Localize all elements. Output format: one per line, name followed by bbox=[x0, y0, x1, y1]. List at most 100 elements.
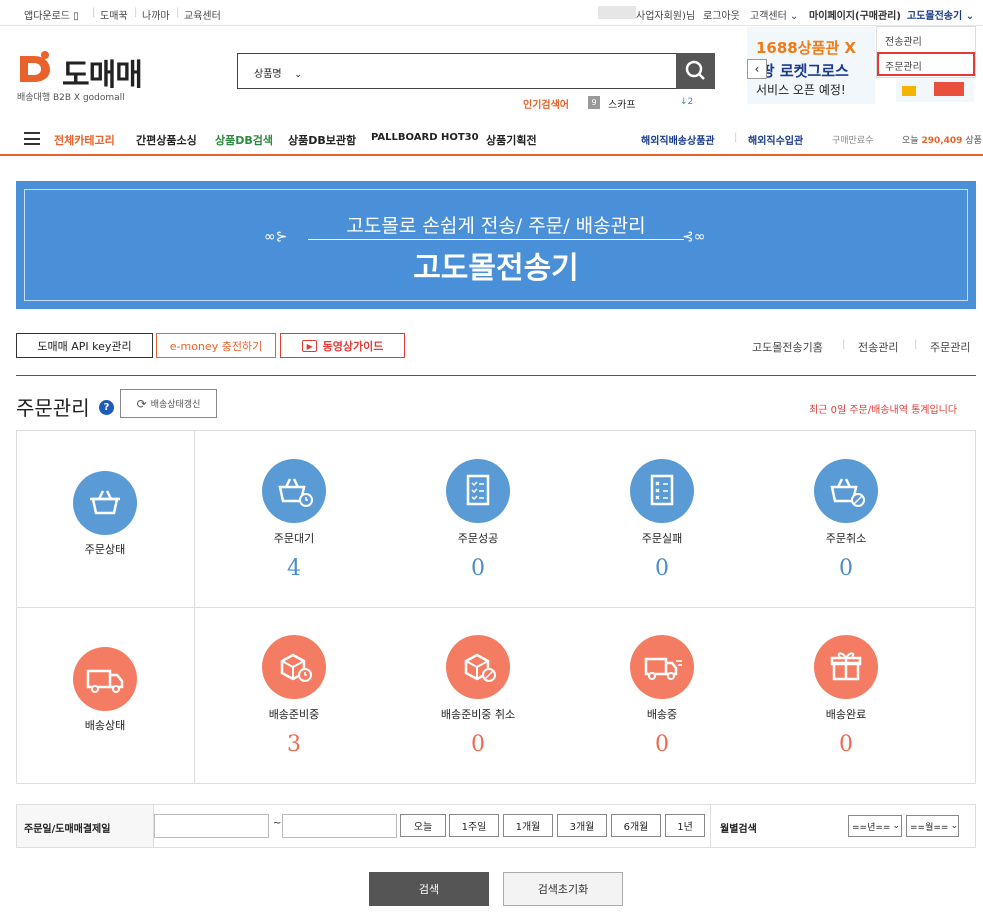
period-6month-button[interactable]: 6개월 bbox=[611, 814, 661, 837]
divider: | bbox=[134, 7, 138, 18]
divider: | bbox=[92, 7, 96, 18]
ad-prev-arrow-icon[interactable]: ‹ bbox=[747, 59, 767, 79]
order-failed-count[interactable]: 0 bbox=[592, 556, 732, 581]
page-title: 주문관리 bbox=[16, 396, 90, 420]
period-1year-button[interactable]: 1년 bbox=[665, 814, 705, 837]
delivery-preparing-count[interactable]: 3 bbox=[224, 732, 364, 757]
nav-item-db-search[interactable]: 상품DB검색 bbox=[215, 132, 273, 148]
nav-item-pallboard[interactable]: PALLBOARD HOT30 bbox=[371, 132, 479, 143]
logo-wordmark[interactable]: 도매매 bbox=[62, 50, 143, 94]
transfer-dropdown: 전송관리 주문관리 bbox=[876, 26, 976, 78]
link-order-manage[interactable]: 주문관리 bbox=[930, 339, 970, 355]
ad-line3: 서비스 오픈 예정! bbox=[756, 83, 846, 97]
popular-search-label: 인기검색어 bbox=[523, 100, 569, 111]
nav-item-db-storage[interactable]: 상품DB보관함 bbox=[288, 132, 356, 148]
search-bar: 상품명 ⌄ bbox=[237, 53, 677, 89]
order-status-label: 주문상태 bbox=[84, 543, 126, 556]
delivery-complete-icon[interactable] bbox=[814, 635, 878, 699]
dropdown-item-order-highlight[interactable]: 주문관리 bbox=[877, 52, 975, 76]
education-center-link[interactable]: 교육센터 bbox=[184, 7, 221, 22]
emoney-charge-button[interactable]: e-money 충전하기 bbox=[156, 333, 276, 358]
link-transfer-home[interactable]: 고도몰전송기홈 bbox=[752, 339, 823, 355]
divider: | bbox=[914, 339, 918, 350]
transfer-menu[interactable]: 고도몰전송기 ⌄ bbox=[907, 7, 974, 22]
end-date-input[interactable] bbox=[282, 814, 397, 838]
api-key-button[interactable]: 도매매 API key관리 bbox=[16, 333, 153, 358]
delivery-in-transit-count[interactable]: 0 bbox=[592, 732, 732, 757]
search-reset-button[interactable]: 검색초기화 bbox=[503, 872, 623, 906]
date-filter-label: 주문일/도매매결제일 bbox=[24, 824, 111, 835]
order-success-icon[interactable] bbox=[446, 459, 510, 523]
dropdown-item-transfer[interactable]: 전송관리 bbox=[885, 33, 922, 48]
godomall-transfer-banner: 고도몰로 손쉽게 전송/ 주문/ 배송관리 ∞⊱ ⊰∞ 고도몰전송기 bbox=[16, 181, 976, 309]
order-cancel-icon[interactable] bbox=[814, 459, 878, 523]
search-submit-button[interactable]: 검색 bbox=[369, 872, 489, 906]
video-guide-button[interactable]: ▶ 동영상가이드 bbox=[280, 333, 405, 358]
banner-divider-line bbox=[308, 239, 684, 240]
order-status-icon bbox=[73, 471, 137, 535]
order-waiting-count[interactable]: 4 bbox=[224, 556, 364, 581]
period-1week-button[interactable]: 1주일 bbox=[449, 814, 499, 837]
delivery-prep-cancel-icon[interactable] bbox=[446, 635, 510, 699]
help-icon[interactable]: ? bbox=[99, 400, 114, 415]
refresh-delivery-button[interactable]: ⟳ 배송상태갱신 bbox=[120, 389, 217, 418]
top-utility-bar: 앱다운로드 ▯ | 도매꾹 | 나까마 | 교육센터 사업자회원)님 로그아웃 … bbox=[0, 0, 983, 26]
domeme-logo-icon bbox=[20, 51, 50, 82]
nakama-link[interactable]: 나까마 bbox=[142, 7, 170, 22]
order-cancel-count[interactable]: 0 bbox=[776, 556, 916, 581]
delivery-complete-label: 배송완료 bbox=[825, 708, 867, 721]
search-button[interactable] bbox=[676, 53, 715, 89]
section-divider bbox=[16, 375, 976, 376]
date-range-tilde: ~ bbox=[273, 818, 282, 829]
app-download-link[interactable]: 앱다운로드 ▯ bbox=[24, 7, 79, 22]
month-select[interactable]: ==월== ⌄ bbox=[906, 815, 959, 837]
order-success-label: 주문성공 bbox=[457, 532, 499, 545]
order-failed-icon[interactable] bbox=[630, 459, 694, 523]
hamburger-menu-icon[interactable] bbox=[24, 132, 40, 145]
masked-username bbox=[598, 6, 636, 19]
period-1month-button[interactable]: 1개월 bbox=[503, 814, 553, 837]
delivery-in-transit-icon[interactable] bbox=[630, 635, 694, 699]
start-date-input[interactable] bbox=[154, 814, 269, 838]
delivery-complete-count[interactable]: 0 bbox=[776, 732, 916, 757]
promo-ad-banner[interactable]: 1688상품관 X 쿠팡 로켓그로스 서비스 오픈 예정! ‹ bbox=[747, 27, 875, 104]
banner-subtitle: 고도몰로 손쉽게 전송/ 주문/ 배송관리 bbox=[346, 215, 646, 237]
period-today-button[interactable]: 오늘 bbox=[400, 814, 446, 837]
nav-all-category[interactable]: 전체카테고리 bbox=[54, 132, 115, 148]
year-select[interactable]: ==년== ⌄ bbox=[848, 815, 902, 837]
logout-link[interactable]: 로그아웃 bbox=[703, 7, 740, 22]
delivery-preparing-icon[interactable] bbox=[262, 635, 326, 699]
delivery-prep-cancel-count[interactable]: 0 bbox=[408, 732, 548, 757]
period-3month-button[interactable]: 3개월 bbox=[557, 814, 607, 837]
divider: | bbox=[734, 132, 738, 143]
truck-body bbox=[934, 82, 964, 96]
search-category-select[interactable]: 상품명 ⌄ bbox=[254, 65, 302, 80]
stats-notice: 최근 0일 주문/배송내역 통계입니다 bbox=[809, 405, 958, 416]
chevron-down-icon: ⌄ bbox=[790, 11, 799, 22]
order-waiting-icon[interactable] bbox=[262, 459, 326, 523]
ad-truck-illustration bbox=[896, 78, 974, 102]
search-input[interactable] bbox=[338, 56, 668, 86]
delivery-preparing-label: 배송준비중 bbox=[268, 708, 320, 721]
logo-subtitle: 배송대행 B2B X godomall bbox=[17, 93, 125, 103]
nav-item-easy-sourcing[interactable]: 간편상품소싱 bbox=[136, 132, 197, 148]
refresh-icon: ⟳ bbox=[136, 396, 147, 411]
order-waiting-label: 주문대기 bbox=[273, 532, 315, 545]
mypage-link[interactable]: 마이페이지(구매관리) bbox=[809, 7, 901, 22]
popular-search-term[interactable]: 스카프 bbox=[608, 96, 636, 111]
domeggook-link[interactable]: 도매꾹 bbox=[100, 7, 128, 22]
nav-item-exhibition[interactable]: 상품기획전 bbox=[486, 132, 537, 148]
popular-rank-change: ↓2 bbox=[680, 97, 694, 107]
delivery-status-label: 배송상태 bbox=[84, 719, 126, 732]
play-icon: ▶ bbox=[301, 339, 317, 352]
divider: | bbox=[176, 7, 180, 18]
customer-center-menu[interactable]: 고객센터 ⌄ bbox=[750, 7, 798, 22]
phone-icon: ▯ bbox=[73, 11, 79, 22]
popular-rank-badge: 9 bbox=[588, 96, 600, 109]
nav-item-overseas-import[interactable]: 해외직수입관 bbox=[748, 132, 803, 147]
link-transfer-manage[interactable]: 전송관리 bbox=[858, 339, 898, 355]
chevron-down-icon: ⌄ bbox=[892, 821, 900, 831]
nav-item-overseas-shipping[interactable]: 해외직배송상품관 bbox=[641, 132, 715, 147]
delivery-prep-cancel-label: 배송준비중 취소 bbox=[440, 708, 516, 721]
order-success-count[interactable]: 0 bbox=[408, 556, 548, 581]
